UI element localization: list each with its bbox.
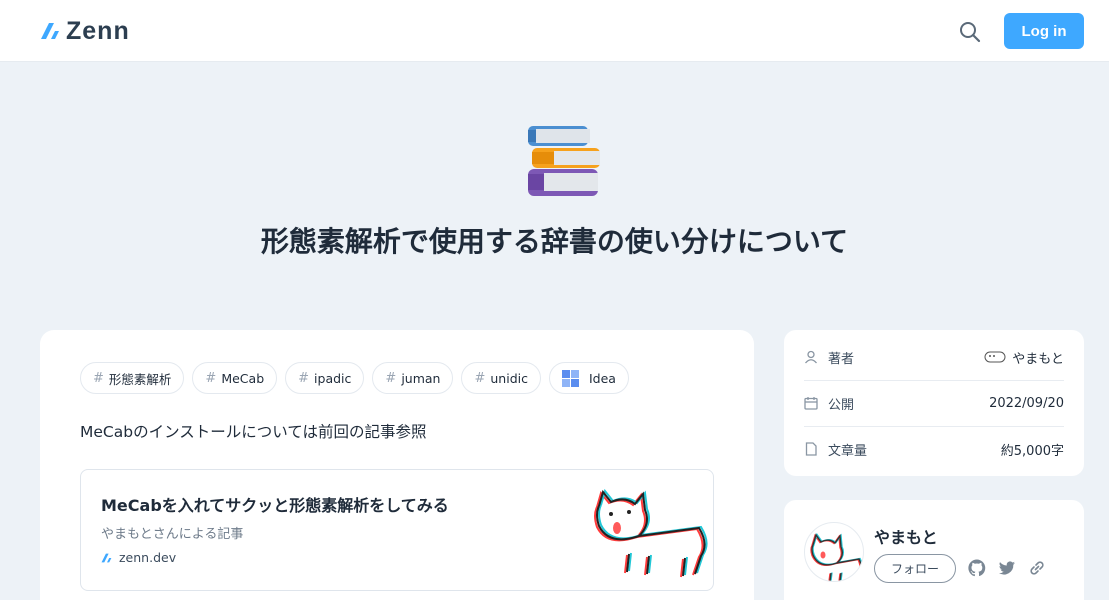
author-card: やまもと フォロー [784,500,1084,600]
author-avatar-icon [984,351,1006,363]
twitter-icon[interactable] [997,558,1017,578]
tag-keitaiso[interactable]: # 形態素解析 [80,362,185,394]
avatar[interactable] [804,522,864,582]
tag-label: juman [401,370,441,386]
tag-label: 形態素解析 [108,371,172,387]
cat-avatar-icon [810,532,863,581]
tag-mecab[interactable]: # MeCab [192,362,278,394]
tag-label: ipadic [314,370,352,386]
article-meta-card: 著者 やまもと 公開 2022/09/20 文章量 約5,000字 [784,330,1084,476]
user-icon [805,350,817,364]
logo-text: Zenn [66,17,130,45]
tag-label: MeCab [221,370,265,386]
meta-published-label: 公開 [828,397,855,413]
author-name[interactable]: やまもと [874,524,938,548]
domain-text: zenn.dev [119,550,177,565]
document-icon [805,442,817,456]
meta-length-value: 約5,000字 [1000,443,1064,459]
meta-length-row: 文章量 約5,000字 [804,426,1064,472]
tag-list: # 形態素解析 # MeCab # ipadic # juman # unidi… [80,362,629,394]
tag-idea[interactable]: Idea [548,362,629,394]
idea-icon [561,369,579,387]
zenn-logo-icon [41,23,59,39]
meta-published-value: 2022/09/20 [989,395,1064,411]
link-card-domain: zenn.dev [101,550,176,565]
hash-icon: # [474,370,486,386]
zenn-favicon-icon [101,553,112,562]
hash-icon: # [385,370,397,386]
hash-icon: # [298,370,310,386]
tag-label: unidic [490,370,528,386]
intro-text: MeCabのインストールについては前回の記事参照 [80,423,427,441]
article-title: 形態素解析で使用する辞書の使い分けについて [260,225,849,258]
hash-icon: # [93,370,104,386]
tag-juman[interactable]: # juman [372,362,454,394]
meta-author-value: やまもと [1012,351,1064,367]
meta-author-row: 著者 やまもと [804,334,1064,380]
books-emoji [528,126,600,196]
cat-illustration-icon [594,488,708,578]
hash-icon: # [205,370,217,386]
login-button[interactable]: Log in [1004,13,1084,49]
link-card-description: やまもとさんによる記事 [101,527,244,542]
zenn-logo[interactable]: Zenn [40,18,130,44]
meta-length-label: 文章量 [828,443,868,459]
meta-published-row: 公開 2022/09/20 [804,380,1064,426]
calendar-icon [804,397,818,410]
follow-button[interactable]: フォロー [874,554,956,583]
tag-ipadic[interactable]: # ipadic [285,362,365,394]
github-icon[interactable] [967,558,987,578]
link-icon[interactable] [1027,558,1047,578]
search-icon[interactable] [957,19,983,45]
meta-author-label: 著者 [828,351,855,367]
site-header: Zenn Log in [0,0,1109,62]
tag-label: Idea [588,370,616,386]
article-body: # 形態素解析 # MeCab # ipadic # juman # unidi… [40,330,754,600]
link-card-title: MeCabを入れてサクッと形態素解析をしてみる [101,496,449,515]
tag-unidic[interactable]: # unidic [461,362,541,394]
link-card[interactable]: MeCabを入れてサクッと形態素解析をしてみる やまもとさんによる記事 zenn… [80,469,714,591]
meta-author-link[interactable]: やまもと [984,348,1064,367]
